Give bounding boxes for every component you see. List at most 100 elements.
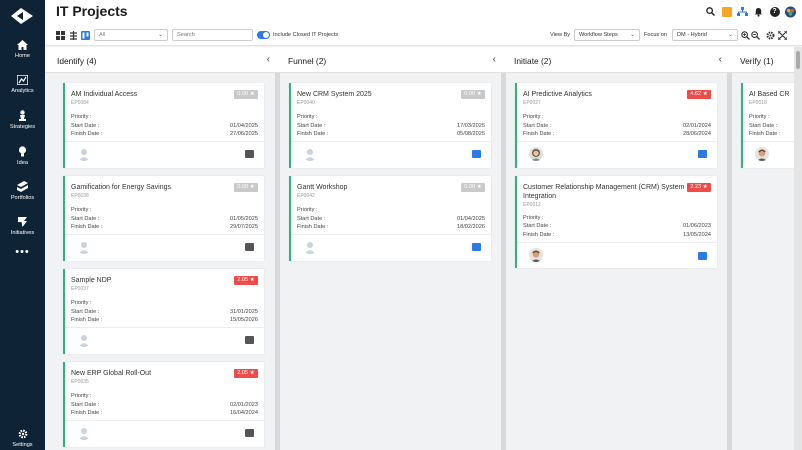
chevron-left-icon[interactable]: ‹: [267, 54, 270, 65]
zoom-in-icon[interactable]: [741, 31, 750, 40]
scrollbar-thumb[interactable]: [796, 51, 800, 69]
comment-icon[interactable]: [245, 150, 254, 158]
project-card[interactable]: Customer Relationship Management (CRM) S…: [515, 176, 717, 268]
start-date-value: 02/01/2023: [230, 402, 258, 408]
start-date-value: 17/03/2025: [457, 123, 485, 129]
focus-on-select[interactable]: DM - Hybrid ⌄: [672, 29, 738, 41]
avatar: [529, 248, 543, 262]
finish-date-row: Finish Date : 05/08/2025: [297, 131, 485, 137]
comment-icon[interactable]: [472, 243, 481, 251]
start-date-value: 01/04/2025: [457, 216, 485, 222]
sidebar: Home Analytics Strategies Idea Portfolio…: [0, 0, 45, 450]
include-closed-toggle[interactable]: [257, 31, 270, 39]
start-date-row: Start Date : 01/04/2025: [297, 216, 485, 222]
finish-date-label: Finish Date :: [71, 410, 103, 416]
grid-view-icon[interactable]: [56, 31, 65, 40]
gear-icon[interactable]: [766, 31, 775, 40]
column-header: Verify (1): [732, 47, 794, 73]
start-date-label: Start Date :: [297, 216, 326, 222]
comment-icon[interactable]: [245, 429, 254, 437]
score-value: 0.00: [237, 184, 249, 190]
app-logo[interactable]: [9, 6, 35, 26]
card-title: AI Based CR: [749, 91, 790, 98]
score-value: 0.00: [464, 184, 476, 190]
search-icon[interactable]: [705, 6, 716, 17]
priority-row: Priority :: [71, 114, 258, 120]
sidebar-item-portfolios[interactable]: Portfolios: [0, 181, 45, 201]
sidebar-item-idea[interactable]: Idea: [0, 146, 45, 166]
fullscreen-icon[interactable]: [778, 31, 787, 40]
focus-on-label: Focus on: [644, 32, 668, 38]
project-card[interactable]: AI Based CR EP0018 Priority : Start Date…: [741, 83, 794, 168]
start-date-row: Start Date : 01/05/2025: [71, 216, 258, 222]
card-title: New ERP Global Roll-Out: [71, 370, 152, 377]
sidebar-item-initiatives[interactable]: Initiatives: [0, 216, 45, 236]
apps-icon[interactable]: [785, 6, 796, 17]
card-id: EP0084: [71, 100, 89, 106]
project-card[interactable]: AI Predictive Analytics EP0027 4.62 ★ Pr…: [515, 83, 717, 168]
card-title: AI Predictive Analytics: [523, 91, 592, 98]
project-card[interactable]: New ERP Global Roll-Out EP0035 2.05 ★ Pr…: [63, 362, 264, 447]
sidebar-item-strategies[interactable]: Strategies: [0, 110, 45, 130]
column-title: Funnel (2): [288, 56, 327, 66]
finish-date-value: 16/04/2024: [230, 410, 258, 416]
sidebar-item-label: Portfolios: [10, 195, 35, 201]
comment-icon[interactable]: [245, 243, 254, 251]
sidebar-item-settings[interactable]: Settings: [0, 429, 45, 448]
finish-date-value: 05/08/2025: [457, 131, 485, 137]
chevron-left-icon[interactable]: ‹: [493, 54, 496, 65]
finish-date-value: 27/06/2025: [230, 131, 258, 137]
help-icon[interactable]: ?: [769, 6, 780, 17]
finish-date-row: Finish Date :: [749, 131, 794, 137]
bell-icon[interactable]: [753, 6, 764, 17]
finish-date-label: Finish Date :: [749, 131, 781, 137]
start-date-row: Start Date : 01/04/2025: [71, 123, 258, 129]
avatar: [755, 147, 769, 161]
chevron-left-icon[interactable]: ‹: [719, 54, 722, 65]
finish-date-value: 18/02/2026: [457, 224, 485, 230]
project-card[interactable]: Sample NDP EP0037 2.05 ★ Priority : Star…: [63, 269, 264, 354]
search-input[interactable]: [172, 29, 253, 41]
start-date-label: Start Date :: [749, 123, 778, 129]
card-divider: [517, 242, 717, 243]
column-title: Identify (4): [57, 56, 97, 66]
notes-icon[interactable]: [721, 6, 732, 17]
score-badge: 2.23 ★: [687, 183, 711, 192]
start-date-label: Start Date :: [71, 123, 100, 129]
priority-label: Priority :: [523, 215, 544, 221]
column-title: Initiate (2): [514, 56, 552, 66]
priority-row: Priority :: [297, 114, 485, 120]
start-date-value: 01/05/2025: [230, 216, 258, 222]
project-card[interactable]: Gamification for Energy Savings EP0038 0…: [63, 176, 264, 261]
comment-icon[interactable]: [698, 252, 707, 260]
project-card[interactable]: New CRM System 2025 EP0040 0.00 ★ Priori…: [289, 83, 491, 168]
org-chart-icon[interactable]: [737, 6, 748, 17]
filter-select[interactable]: All ⌄: [94, 29, 168, 41]
sidebar-item-analytics[interactable]: Analytics: [0, 75, 45, 94]
card-title: Customer Relationship Management (CRM) S…: [523, 184, 685, 200]
zoom-out-icon[interactable]: [751, 31, 760, 40]
project-card[interactable]: Gantt Workshop EP0042 0.00 ★ Priority : …: [289, 176, 491, 261]
kanban-view-icon[interactable]: [81, 31, 90, 40]
hierarchy-view-icon[interactable]: [69, 31, 78, 40]
comment-icon[interactable]: [472, 150, 481, 158]
avatar-placeholder-icon: [303, 240, 317, 254]
finish-date-row: Finish Date : 15/05/2026: [71, 317, 258, 323]
finish-date-row: Finish Date : 13/05/2024: [523, 232, 711, 238]
score-value: 2.05: [237, 277, 249, 283]
start-date-label: Start Date :: [297, 123, 326, 129]
sidebar-item-home[interactable]: Home: [0, 40, 45, 59]
kanban-board: Identify (4) ‹ AM Individual Access EP00…: [45, 47, 802, 450]
finish-date-row: Finish Date : 16/04/2024: [71, 410, 258, 416]
priority-label: Priority :: [71, 300, 92, 306]
start-date-label: Start Date :: [71, 402, 100, 408]
comment-icon[interactable]: [698, 150, 707, 158]
comment-icon[interactable]: [245, 336, 254, 344]
board-scrollbar[interactable]: [794, 47, 802, 450]
project-card[interactable]: AM Individual Access EP0084 0.00 ★ Prior…: [63, 83, 264, 168]
start-date-value: 01/06/2023: [683, 223, 711, 229]
card-id: EP0037: [71, 286, 89, 292]
start-date-row: Start Date : 31/01/2025: [71, 309, 258, 315]
view-by-select[interactable]: Workflow Steps ⌄: [574, 29, 640, 41]
sidebar-more-button[interactable]: •••: [0, 246, 45, 258]
